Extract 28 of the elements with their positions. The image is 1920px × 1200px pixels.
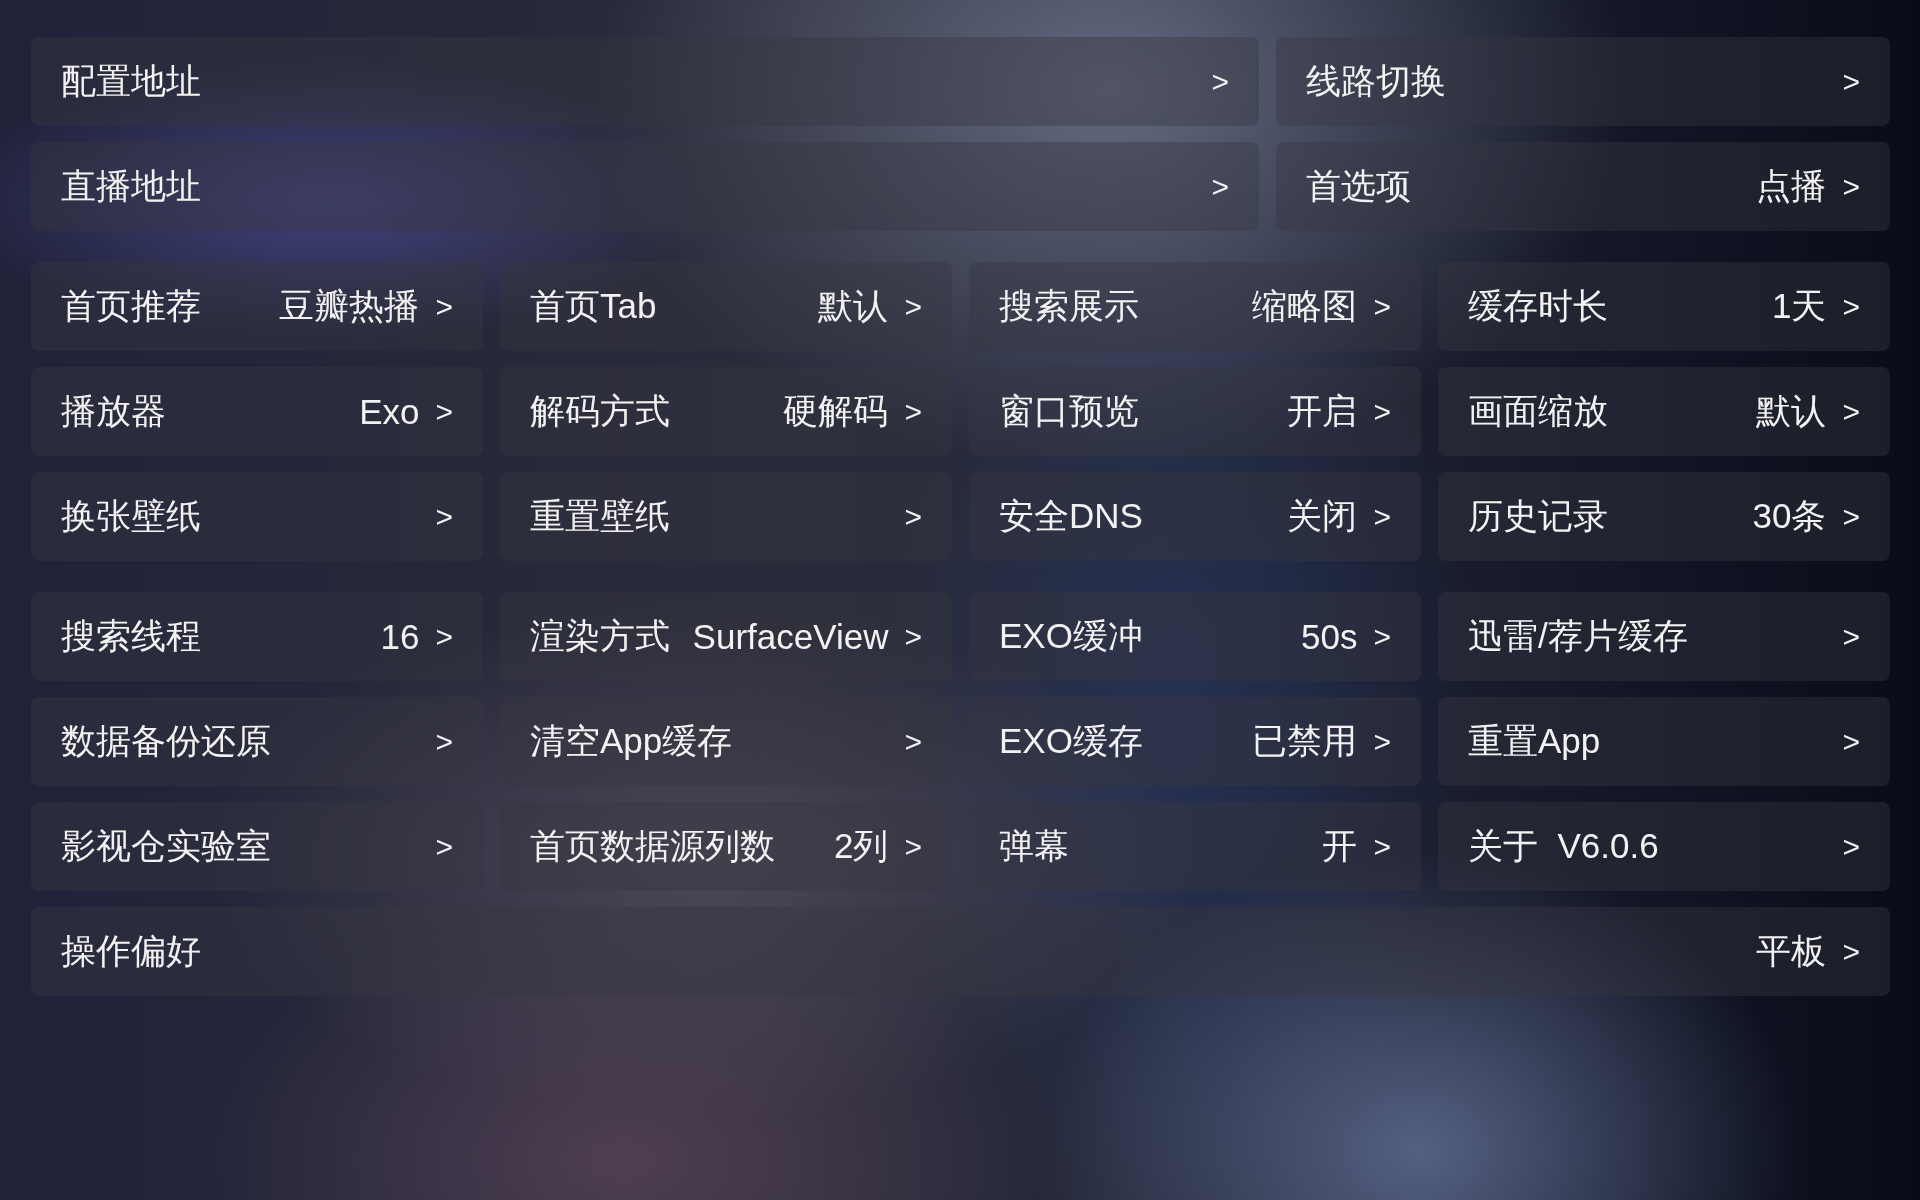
settings-item[interactable]: 搜索展示 缩略图 > <box>969 262 1421 351</box>
settings-item[interactable]: 解码方式 硬解码 > <box>500 367 952 456</box>
settings-item[interactable]: 首页数据源列数 2列 > <box>500 802 952 891</box>
settings-item[interactable]: 关于 V6.0.6 > <box>1438 802 1890 891</box>
settings-item[interactable]: 首选项 点播 > <box>1276 142 1890 231</box>
settings-item[interactable]: 历史记录 30条 > <box>1438 472 1890 561</box>
settings-item[interactable]: 播放器 Exo > <box>31 367 483 456</box>
settings-item[interactable]: 配置地址 > <box>31 37 1259 126</box>
settings-item[interactable]: 操作偏好 平板 > <box>31 907 1890 996</box>
settings-item[interactable]: 搜索线程 16 > <box>31 592 483 681</box>
settings-item[interactable]: 首页推荐 豆瓣热播 > <box>31 262 483 351</box>
settings-item[interactable]: 重置App > <box>1438 697 1890 786</box>
settings-item[interactable]: 首页Tab 默认 > <box>500 262 952 351</box>
settings-item[interactable]: 直播地址 > <box>31 142 1259 231</box>
settings-item[interactable]: 安全DNS 关闭 > <box>969 472 1421 561</box>
settings-item[interactable]: 渲染方式 SurfaceView > <box>500 592 952 681</box>
settings-item[interactable]: 弹幕 开 > <box>969 802 1421 891</box>
settings-item[interactable]: 数据备份还原 > <box>31 697 483 786</box>
settings-item[interactable]: 重置壁纸 > <box>500 472 952 561</box>
settings-item[interactable]: 缓存时长 1天 > <box>1438 262 1890 351</box>
settings-item[interactable]: 迅雷/荐片缓存 > <box>1438 592 1890 681</box>
settings-item[interactable]: EXO缓存 已禁用 > <box>969 697 1421 786</box>
settings-item[interactable]: 画面缩放 默认 > <box>1438 367 1890 456</box>
settings-item[interactable]: 影视仓实验室 > <box>31 802 483 891</box>
settings-item[interactable]: 换张壁纸 > <box>31 472 483 561</box>
settings-item[interactable]: 线路切换 > <box>1276 37 1890 126</box>
settings-item[interactable]: 窗口预览 开启 > <box>969 367 1421 456</box>
settings-item[interactable]: EXO缓冲 50s > <box>969 592 1421 681</box>
